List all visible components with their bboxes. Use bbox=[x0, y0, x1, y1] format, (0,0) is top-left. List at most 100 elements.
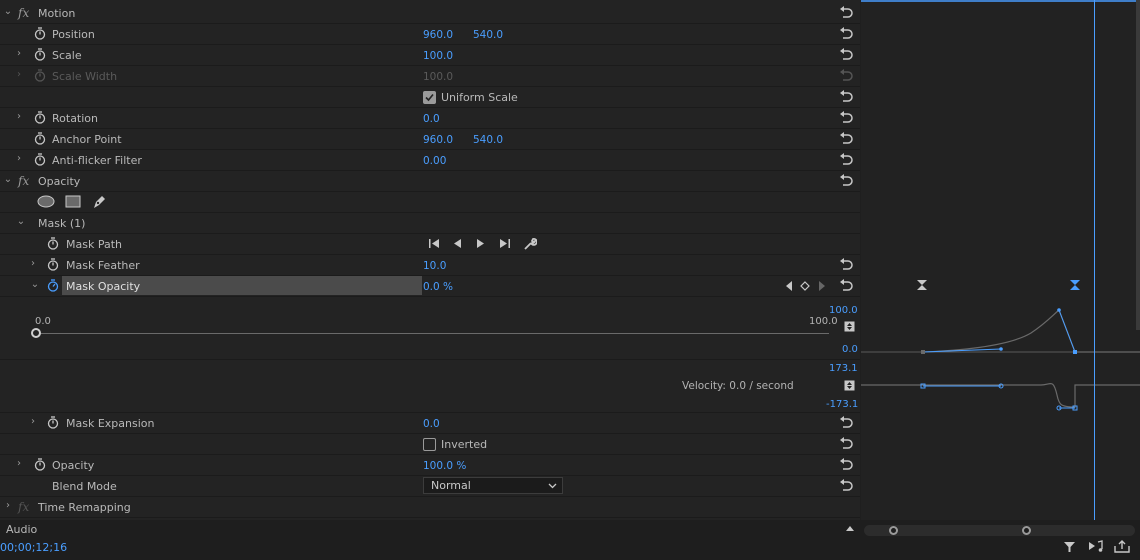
zoom-handle-right[interactable] bbox=[1022, 526, 1031, 535]
blend-mode-dropdown[interactable]: Normal bbox=[423, 477, 563, 494]
wrench-icon[interactable] bbox=[523, 237, 537, 250]
mask-feather-row[interactable]: › Mask Feather 10.0 bbox=[0, 255, 860, 276]
slider-handle[interactable] bbox=[31, 328, 41, 338]
reset-icon[interactable] bbox=[839, 48, 853, 61]
chevron-right-icon[interactable]: › bbox=[28, 258, 38, 270]
chevron-right-icon[interactable]: › bbox=[3, 500, 13, 512]
play-audio-icon[interactable] bbox=[1088, 540, 1104, 554]
position-x-value[interactable]: 960.0 bbox=[423, 29, 453, 41]
reset-icon bbox=[840, 69, 853, 81]
zoom-scrollbar[interactable] bbox=[864, 525, 1135, 536]
mask-expansion-value[interactable]: 0.0 bbox=[423, 418, 440, 430]
opacity-group-row[interactable]: ⌄ fx Opacity bbox=[0, 171, 860, 192]
rotation-row[interactable]: › Rotation 0.0 bbox=[0, 108, 860, 129]
graph-value-bottom: 0.0 bbox=[842, 344, 858, 355]
reset-icon[interactable] bbox=[839, 153, 853, 166]
reset-icon[interactable] bbox=[839, 258, 853, 271]
uniform-scale-checkbox[interactable] bbox=[423, 91, 436, 104]
stopwatch-icon[interactable] bbox=[47, 416, 59, 429]
stopwatch-icon[interactable] bbox=[34, 458, 46, 471]
mask-opacity-value[interactable]: 0.0 % bbox=[423, 281, 453, 293]
zoom-handle-left[interactable] bbox=[889, 526, 898, 535]
stopwatch-icon[interactable] bbox=[34, 153, 46, 166]
stopwatch-icon[interactable] bbox=[34, 132, 46, 145]
fx-icon[interactable]: fx bbox=[18, 174, 29, 188]
value-graph[interactable] bbox=[861, 0, 1140, 520]
mask-opacity-row[interactable]: ⌄ Mask Opacity 0.0 % bbox=[0, 276, 860, 297]
stopwatch-active-icon[interactable] bbox=[47, 279, 59, 292]
reset-icon[interactable] bbox=[839, 479, 853, 492]
scale-width-value: 100.0 bbox=[423, 71, 454, 83]
keyframe-marker-2[interactable] bbox=[1070, 280, 1080, 290]
position-row[interactable]: Position 960.0 540.0 bbox=[0, 24, 860, 45]
opacity-row[interactable]: › Opacity 100.0 % bbox=[0, 455, 860, 476]
anchor-y-value[interactable]: 540.0 bbox=[473, 134, 503, 146]
stopwatch-icon[interactable] bbox=[47, 258, 59, 271]
export-icon[interactable] bbox=[1114, 540, 1130, 554]
track-forward-frame-icon[interactable] bbox=[476, 238, 486, 249]
stopwatch-icon[interactable] bbox=[34, 111, 46, 124]
anti-flicker-row[interactable]: › Anti-flicker Filter 0.00 bbox=[0, 150, 860, 171]
stopwatch-icon[interactable] bbox=[47, 237, 59, 250]
chevron-right-icon[interactable]: › bbox=[14, 111, 24, 123]
reset-icon[interactable] bbox=[839, 279, 853, 292]
velocity-scale-icon[interactable] bbox=[844, 380, 855, 391]
reset-icon[interactable] bbox=[839, 27, 853, 40]
reset-icon[interactable] bbox=[839, 458, 853, 471]
motion-row[interactable]: ⌄ fx Motion bbox=[0, 3, 860, 24]
stopwatch-icon[interactable] bbox=[34, 48, 46, 61]
time-remapping-row[interactable]: › fx Time Remapping bbox=[0, 497, 860, 518]
reset-icon[interactable] bbox=[839, 437, 853, 450]
add-keyframe-icon[interactable] bbox=[800, 281, 810, 291]
ellipse-mask-icon[interactable] bbox=[37, 195, 55, 208]
anti-flicker-value[interactable]: 0.00 bbox=[423, 155, 446, 167]
scale-row[interactable]: › Scale 100.0 bbox=[0, 45, 860, 66]
chevron-right-icon[interactable]: › bbox=[14, 48, 24, 60]
track-forward-icon[interactable] bbox=[499, 238, 511, 249]
filter-icon[interactable] bbox=[1063, 540, 1077, 554]
previous-keyframe-icon[interactable] bbox=[785, 281, 793, 291]
pen-mask-icon[interactable] bbox=[91, 194, 107, 210]
anchor-point-row[interactable]: Anchor Point 960.0 540.0 bbox=[0, 129, 860, 150]
vertical-scrollbar[interactable] bbox=[1136, 0, 1140, 330]
mask-row[interactable]: ⌄ Mask (1) bbox=[0, 213, 860, 234]
chevron-down-icon[interactable]: ⌄ bbox=[16, 216, 26, 228]
position-y-value[interactable]: 540.0 bbox=[473, 29, 503, 41]
timeline-graph-panel[interactable] bbox=[861, 0, 1140, 522]
slider-max-label: 100.0 bbox=[809, 316, 838, 327]
reset-icon[interactable] bbox=[839, 111, 853, 124]
inverted-label: Inverted bbox=[441, 438, 488, 451]
velocity-label: Velocity: 0.0 / second bbox=[682, 380, 794, 392]
chevron-down-icon[interactable]: ⌄ bbox=[30, 279, 40, 291]
slider-track[interactable] bbox=[36, 333, 829, 334]
chevron-right-icon[interactable]: › bbox=[28, 416, 38, 428]
chevron-right-icon[interactable]: › bbox=[14, 153, 24, 165]
inverted-checkbox[interactable] bbox=[423, 438, 436, 451]
scroll-up-icon[interactable] bbox=[845, 525, 855, 532]
anchor-x-value[interactable]: 960.0 bbox=[423, 134, 453, 146]
graph-scale-icon[interactable] bbox=[844, 321, 855, 332]
timecode[interactable]: 00;00;12;16 bbox=[0, 541, 67, 554]
scale-value[interactable]: 100.0 bbox=[423, 50, 453, 62]
reset-icon[interactable] bbox=[839, 174, 853, 187]
fx-icon[interactable]: fx bbox=[18, 6, 29, 20]
mask-expansion-row[interactable]: › Mask Expansion 0.0 bbox=[0, 413, 860, 434]
chevron-down-icon[interactable]: ⌄ bbox=[3, 6, 13, 18]
chevron-right-icon[interactable]: › bbox=[14, 458, 24, 470]
mask-path-row[interactable]: Mask Path bbox=[0, 234, 860, 255]
opacity-value[interactable]: 100.0 % bbox=[423, 460, 466, 472]
chevron-down-icon[interactable]: ⌄ bbox=[3, 174, 13, 186]
rectangle-mask-icon[interactable] bbox=[65, 195, 81, 208]
track-backward-icon[interactable] bbox=[428, 238, 440, 249]
reset-icon[interactable] bbox=[839, 90, 853, 103]
track-back-frame-icon[interactable] bbox=[452, 238, 462, 249]
stopwatch-icon[interactable] bbox=[34, 27, 46, 40]
playhead[interactable] bbox=[1094, 0, 1095, 522]
mask-feather-value[interactable]: 10.0 bbox=[423, 260, 446, 272]
next-keyframe-icon[interactable] bbox=[818, 281, 826, 291]
reset-icon[interactable] bbox=[839, 416, 853, 429]
keyframe-marker-1[interactable] bbox=[917, 280, 927, 290]
reset-icon[interactable] bbox=[839, 132, 853, 145]
reset-icon[interactable] bbox=[839, 6, 853, 19]
rotation-value[interactable]: 0.0 bbox=[423, 113, 440, 125]
